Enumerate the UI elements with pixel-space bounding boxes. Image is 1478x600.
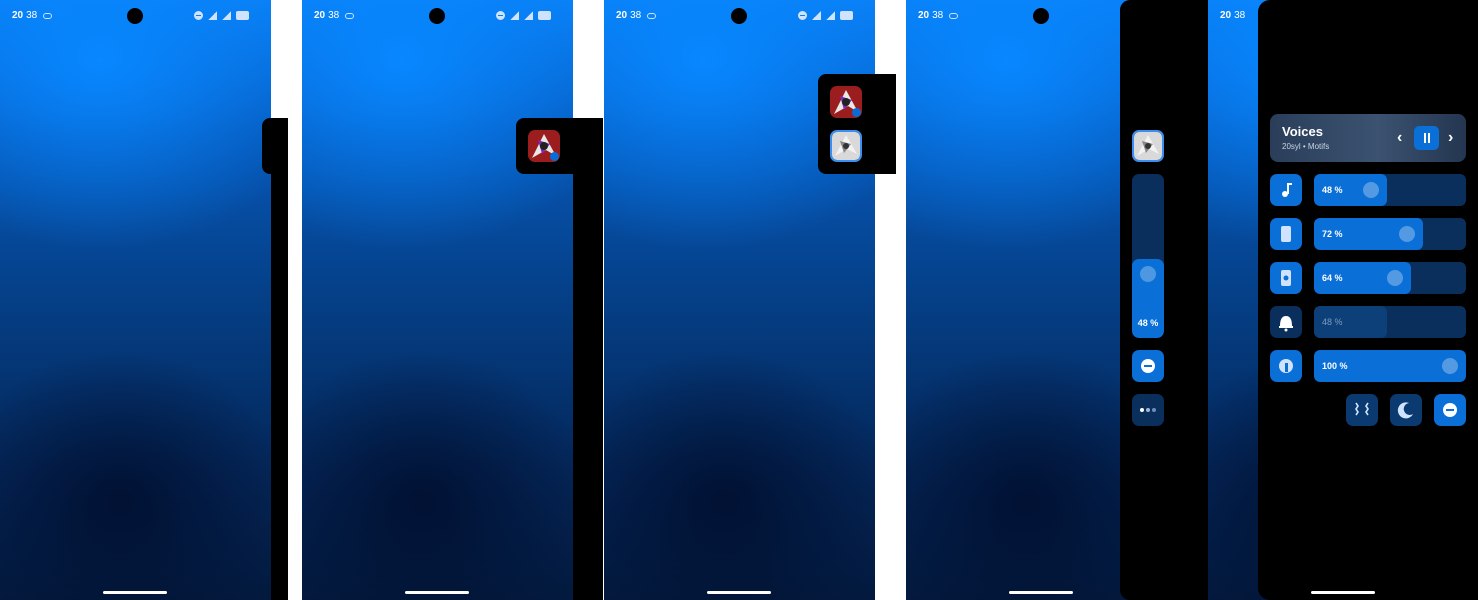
call-volume-slider[interactable]: 100 % bbox=[1314, 350, 1466, 382]
camera-cutout bbox=[127, 8, 143, 24]
music-note-icon[interactable] bbox=[1270, 174, 1302, 206]
gamepad-icon bbox=[345, 12, 355, 19]
battery-icon bbox=[840, 11, 853, 20]
slider-knob[interactable] bbox=[1442, 358, 1458, 374]
panel-edge bbox=[573, 118, 603, 600]
dnd-icon bbox=[1443, 403, 1457, 417]
album-art-icon[interactable] bbox=[1132, 130, 1164, 162]
volume-panel-expanded bbox=[1258, 0, 1478, 600]
notification-volume-slider[interactable]: 64 % bbox=[1314, 262, 1466, 294]
album-art-icon[interactable] bbox=[830, 86, 862, 118]
slider-percent: 48 % bbox=[1322, 317, 1343, 327]
wifi-icon bbox=[812, 11, 821, 20]
slider-percent: 72 % bbox=[1322, 229, 1343, 239]
signal-icon bbox=[222, 11, 231, 20]
slider-knob[interactable] bbox=[1363, 182, 1379, 198]
status-bar: 20 38 bbox=[12, 10, 53, 21]
wifi-icon bbox=[510, 11, 519, 20]
media-player-card[interactable]: Voices 20syl • Motifs ‹ › bbox=[1270, 114, 1466, 162]
wifi-icon bbox=[208, 11, 217, 20]
vibrate-icon bbox=[1355, 402, 1369, 416]
more-dots-icon bbox=[1140, 408, 1156, 412]
signal-icon bbox=[524, 11, 533, 20]
camera-cutout bbox=[429, 8, 445, 24]
signal-icon bbox=[826, 11, 835, 20]
gamepad-icon bbox=[949, 12, 959, 19]
album-art-alt-icon[interactable] bbox=[830, 130, 862, 162]
status-bar: 20 38 bbox=[314, 10, 355, 21]
battery-icon bbox=[236, 11, 249, 20]
home-indicator[interactable] bbox=[1311, 591, 1375, 594]
volume-knob[interactable] bbox=[1140, 266, 1156, 282]
more-options-button[interactable] bbox=[1132, 394, 1164, 426]
moon-icon bbox=[1397, 402, 1413, 419]
home-indicator[interactable] bbox=[405, 591, 469, 594]
camera-cutout bbox=[1033, 8, 1049, 24]
phone-frame-2: 20 38 bbox=[302, 0, 573, 600]
home-indicator[interactable] bbox=[707, 591, 771, 594]
status-icons bbox=[798, 11, 853, 20]
gamepad-icon bbox=[43, 12, 53, 19]
album-art-icon[interactable] bbox=[528, 130, 560, 162]
vibrate-button[interactable] bbox=[1346, 394, 1378, 426]
battery-icon bbox=[538, 11, 551, 20]
status-bar: 20 38 bbox=[1220, 10, 1246, 21]
next-track-icon[interactable]: › bbox=[1448, 128, 1453, 148]
volume-panel-collapsed[interactable] bbox=[262, 118, 288, 174]
slider-knob[interactable] bbox=[1399, 226, 1415, 242]
panel-edge bbox=[271, 174, 288, 600]
dnd-icon bbox=[496, 11, 505, 20]
camera-cutout bbox=[731, 8, 747, 24]
dnd-icon bbox=[194, 11, 203, 20]
ring-volume-slider[interactable]: 72 % bbox=[1314, 218, 1466, 250]
bell-icon[interactable] bbox=[1270, 306, 1302, 338]
phone-icon[interactable] bbox=[1270, 218, 1302, 250]
status-bar: 20 38 bbox=[918, 10, 959, 21]
alarm-volume-slider[interactable]: 48 % bbox=[1314, 306, 1466, 338]
app-badge-icon bbox=[550, 152, 559, 161]
dnd-icon bbox=[798, 11, 807, 20]
volume-percent: 48 % bbox=[1137, 318, 1159, 328]
media-volume-slider[interactable]: 48 % bbox=[1314, 174, 1466, 206]
volume-slider-vertical[interactable]: 48 % bbox=[1132, 174, 1164, 338]
dnd-icon bbox=[1141, 359, 1155, 373]
dnd-toggle-button[interactable] bbox=[1132, 350, 1164, 382]
previous-track-icon[interactable]: ‹ bbox=[1397, 128, 1402, 148]
gamepad-icon bbox=[647, 12, 657, 19]
slider-knob[interactable] bbox=[1387, 270, 1403, 286]
app-badge-icon bbox=[852, 108, 861, 117]
slider-percent: 100 % bbox=[1322, 361, 1348, 371]
home-indicator[interactable] bbox=[1009, 591, 1073, 594]
call-speaker-icon[interactable] bbox=[1270, 350, 1302, 382]
status-icons bbox=[496, 11, 551, 20]
pause-button[interactable] bbox=[1414, 126, 1439, 150]
phone-frame-1: 20 38 bbox=[0, 0, 271, 600]
slider-percent: 48 % bbox=[1322, 185, 1343, 195]
home-indicator[interactable] bbox=[103, 591, 167, 594]
track-title: Voices bbox=[1282, 124, 1323, 139]
notification-phone-icon[interactable] bbox=[1270, 262, 1302, 294]
track-artist: 20syl • Motifs bbox=[1282, 142, 1330, 151]
dnd-button[interactable] bbox=[1434, 394, 1466, 426]
slider-percent: 64 % bbox=[1322, 273, 1343, 283]
night-mode-button[interactable] bbox=[1390, 394, 1422, 426]
status-bar: 20 38 bbox=[616, 10, 657, 21]
status-icons bbox=[194, 11, 249, 20]
